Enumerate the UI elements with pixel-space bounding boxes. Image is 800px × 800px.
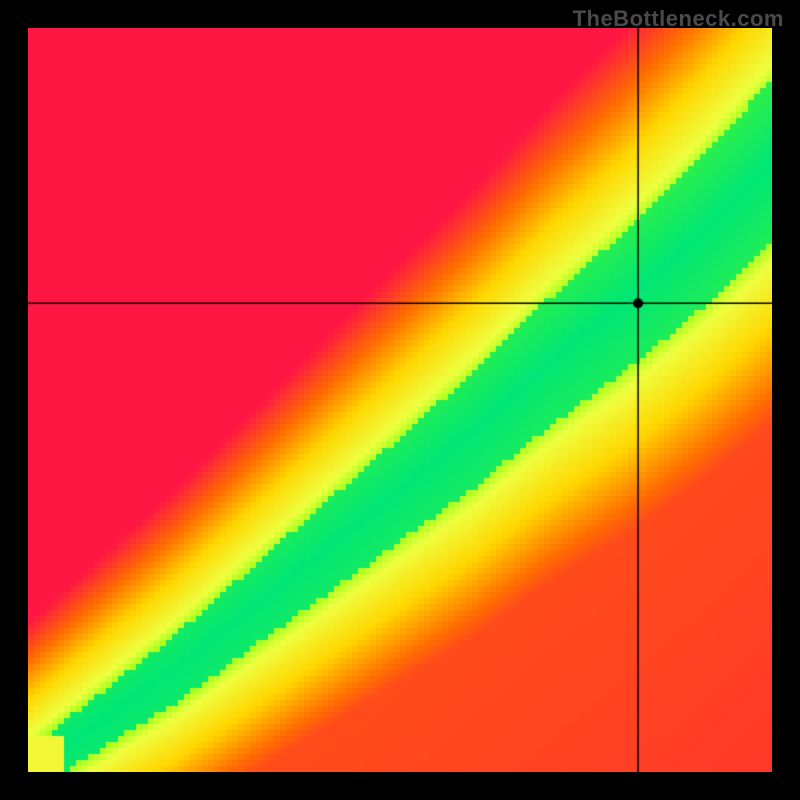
heatmap-canvas [28,28,772,772]
watermark-text: TheBottleneck.com [573,6,784,32]
chart-container: TheBottleneck.com [0,0,800,800]
heatmap-plot [28,28,772,772]
